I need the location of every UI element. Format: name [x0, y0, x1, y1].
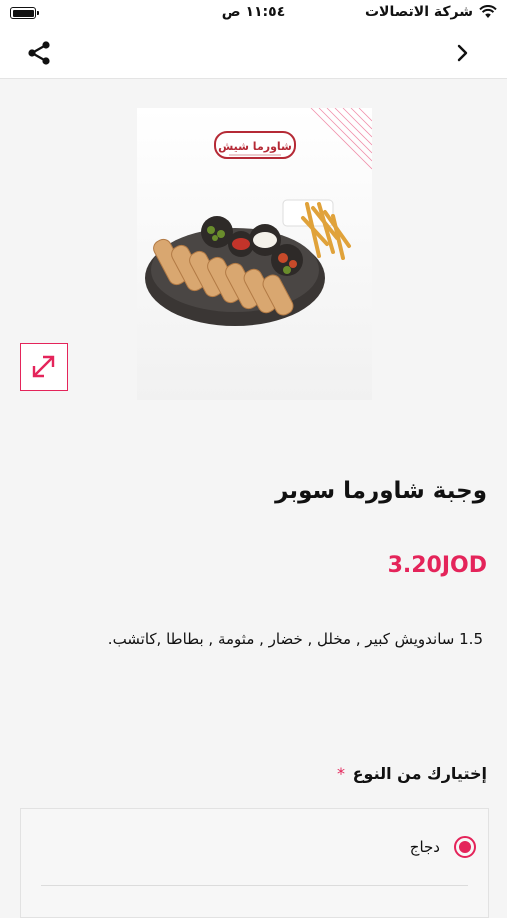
option-item-label: دجاج	[409, 838, 440, 856]
status-bar: ١١:٥٤ ص شركة الاتصالات	[0, 0, 507, 28]
carrier-name: شركة الاتصالات	[364, 4, 473, 20]
expand-image-button[interactable]	[20, 343, 68, 391]
shawarma-meal-illustration	[145, 216, 325, 326]
option-item-chicken[interactable]: دجاج	[21, 809, 488, 885]
option-group-label-text: إختيارك من النوع	[352, 764, 487, 783]
nav-bar	[0, 28, 507, 79]
option-divider	[41, 885, 468, 886]
product-description: 1.5 ساندويش كبير , مخلل , خضار , مثومة ,…	[107, 630, 483, 648]
required-marker: *	[337, 764, 346, 783]
product-title: وجبة شاورما سوبر	[275, 478, 487, 504]
option-group-label: إختيارك من النوع *	[337, 764, 487, 783]
brand-logo: شاورما شيش	[214, 131, 296, 159]
product-image[interactable]: شاورما شيش	[137, 108, 372, 400]
product-price: 3.20JOD	[387, 553, 487, 578]
corner-pattern	[310, 108, 372, 170]
share-icon[interactable]	[26, 40, 52, 66]
chevron-right-icon[interactable]	[453, 42, 473, 64]
status-carrier: شركة الاتصالات	[365, 4, 497, 20]
radio-selected-icon[interactable]	[454, 836, 476, 858]
wifi-icon	[479, 5, 497, 18]
expand-icon	[32, 355, 55, 378]
option-card: دجاج	[20, 808, 489, 918]
svg-text:شاورما شيش: شاورما شيش	[218, 140, 292, 153]
